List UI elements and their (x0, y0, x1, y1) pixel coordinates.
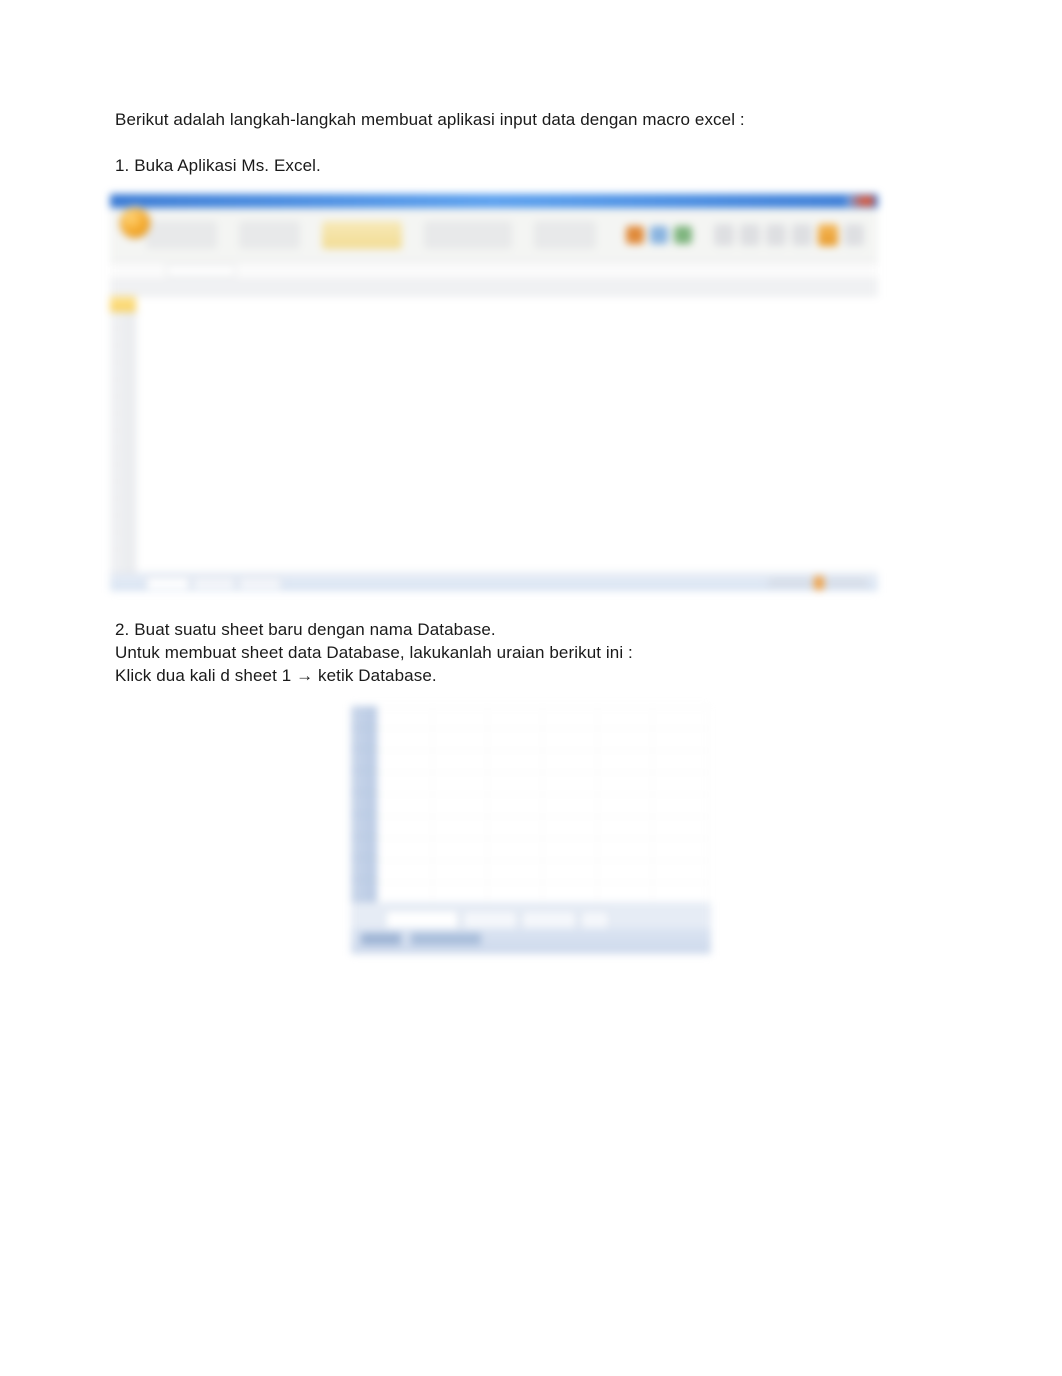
ribbon-icon (650, 226, 668, 244)
status-label (411, 933, 481, 945)
ribbon-icon (740, 224, 760, 246)
window-title-bar (110, 194, 878, 208)
row-headers (110, 296, 136, 573)
status-label (361, 933, 401, 945)
sheet-tab (462, 910, 518, 928)
ribbon-group (146, 221, 217, 249)
figure-sheet-rename (351, 706, 711, 954)
ribbon-group (239, 221, 301, 249)
figure-excel-blank (110, 194, 878, 591)
sheet-tabs (146, 577, 282, 589)
step-2-line-2: Untuk membuat sheet data Database, lakuk… (115, 642, 947, 665)
grid-lines (377, 706, 711, 902)
status-bar (351, 928, 711, 954)
ribbon-icon (714, 224, 734, 246)
ribbon-icon (766, 224, 786, 246)
ribbon-group (322, 221, 401, 249)
sheet-tab (238, 577, 282, 589)
office-button-icon (118, 206, 152, 240)
step-2-line-3: Klick dua kali d sheet 1 → ketik Databas… (115, 665, 947, 688)
intro-paragraph: Berikut adalah langkah-langkah membuat a… (115, 110, 947, 130)
ribbon-group (424, 221, 512, 249)
ribbon-icon (844, 224, 864, 246)
ribbon (110, 208, 878, 262)
row-headers (351, 706, 377, 902)
worksheet-area (110, 296, 878, 573)
grid-lines (136, 296, 878, 573)
step-1: 1. Buka Aplikasi Ms. Excel. (115, 156, 947, 176)
ribbon-icon (674, 226, 692, 244)
sheet-tabs (351, 902, 711, 928)
sheet-tab (521, 910, 577, 928)
ribbon-icon (792, 224, 812, 246)
sheet-tab-database (385, 910, 459, 928)
ribbon-icon (818, 224, 838, 246)
sheet-tab (192, 577, 236, 589)
ribbon-icon (626, 226, 644, 244)
sheet-tab (146, 577, 190, 589)
zoom-slider (768, 578, 868, 588)
formula-bar (110, 262, 878, 280)
column-headers (110, 280, 878, 296)
step-2-line-1: 2. Buat suatu sheet baru dengan nama Dat… (115, 619, 947, 642)
name-box (166, 265, 236, 277)
ribbon-group (534, 221, 596, 249)
sheet-tab (580, 910, 610, 928)
step-2: 2. Buat suatu sheet baru dengan nama Dat… (115, 619, 947, 688)
